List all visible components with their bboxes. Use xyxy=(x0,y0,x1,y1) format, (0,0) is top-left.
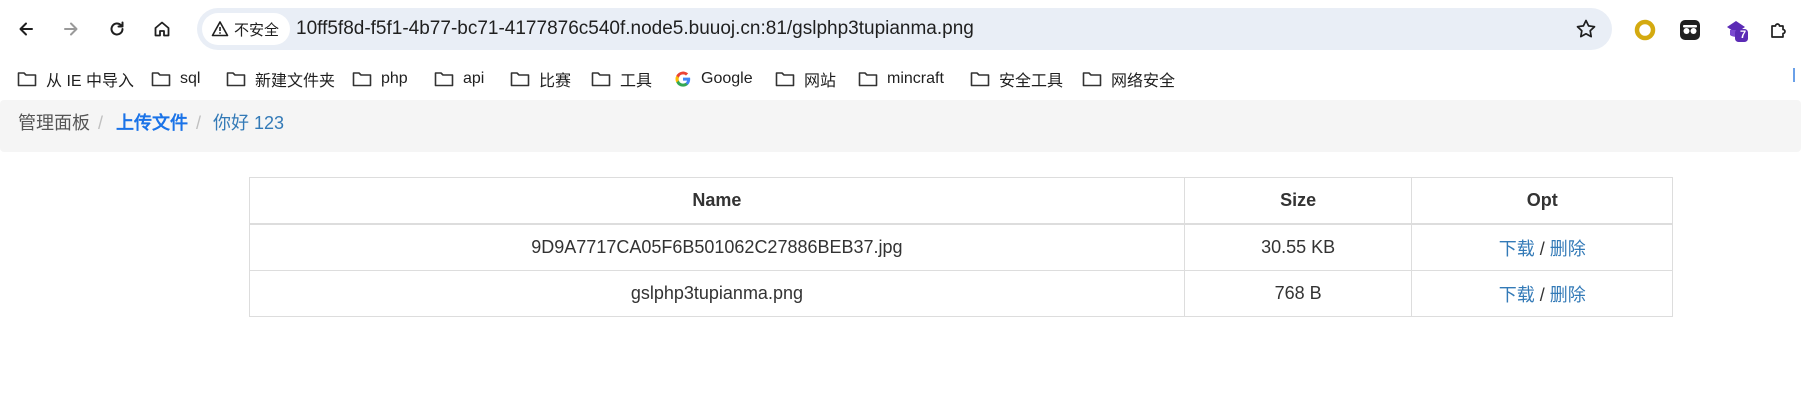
back-button[interactable] xyxy=(10,13,42,45)
security-indicator[interactable]: 不安全 xyxy=(202,13,291,45)
forward-arrow-icon xyxy=(64,22,78,36)
browser-toolbar: 不安全 10ff5f8d-f5f1-4b77-bc71-4177876c540f… xyxy=(0,0,1801,58)
file-name-cell: 9D9A7717CA05F6B501062C27886BEB37.jpg xyxy=(249,223,1185,271)
bookmark-label: 网站 xyxy=(804,73,837,90)
bookmark-label: 比赛 xyxy=(539,73,572,90)
folder-icon xyxy=(1082,72,1102,87)
bookmark-label: 安全工具 xyxy=(999,73,1064,90)
extension-badge-icon[interactable]: 7 xyxy=(1723,17,1749,43)
back-arrow-icon xyxy=(19,22,33,36)
breadcrumb-admin-panel[interactable]: 管理面板 xyxy=(18,100,90,146)
extension-mask-icon[interactable] xyxy=(1677,17,1703,43)
breadcrumb-user-greeting[interactable]: 你好 123 xyxy=(213,100,284,146)
reload-button[interactable] xyxy=(101,13,133,45)
option-separator: / xyxy=(1539,238,1545,259)
breadcrumb: 管理面板 / 上传文件 / 你好 123 xyxy=(0,100,1801,152)
bookmark-folder-security-tools[interactable]: 安全工具 xyxy=(970,64,1063,94)
folder-icon xyxy=(352,72,372,87)
folder-icon xyxy=(858,72,878,87)
bookmark-star-icon[interactable] xyxy=(1574,17,1598,41)
bookmark-folder-network-security[interactable]: 网络安全 xyxy=(1082,64,1175,94)
warning-icon xyxy=(211,21,229,37)
folder-icon xyxy=(434,72,454,87)
bookmark-folder-php[interactable]: php xyxy=(352,64,408,94)
table-row: 9D9A7717CA05F6B501062C27886BEB37.jpg 30.… xyxy=(249,223,1673,271)
bookmark-label: 工具 xyxy=(620,73,653,90)
delete-link[interactable]: 删除 xyxy=(1550,239,1586,259)
column-header-name: Name xyxy=(249,177,1185,225)
address-bar[interactable]: 不安全 10ff5f8d-f5f1-4b77-bc71-4177876c540f… xyxy=(197,8,1612,50)
breadcrumb-separator: / xyxy=(196,113,202,133)
column-header-size: Size xyxy=(1183,177,1413,225)
delete-link[interactable]: 删除 xyxy=(1550,285,1586,305)
bookmarks-overflow-indicator xyxy=(1793,68,1795,82)
file-table: Name Size Opt 9D9A7717CA05F6B501062C2788… xyxy=(249,177,1673,317)
bookmark-folder-api[interactable]: api xyxy=(434,64,484,94)
url-text[interactable]: 10ff5f8d-f5f1-4b77-bc71-4177876c540f.nod… xyxy=(296,8,974,50)
bookmark-folder-tools[interactable]: 工具 xyxy=(591,64,652,94)
bookmark-folder-import-ie[interactable]: 从 IE 中导入 xyxy=(17,64,134,94)
extension-badge-count: 7 xyxy=(1740,29,1747,41)
bookmark-label: mincraft xyxy=(887,70,944,87)
folder-icon xyxy=(775,72,795,87)
bookmark-folder-mincraft[interactable]: mincraft xyxy=(858,64,944,94)
security-label: 不安全 xyxy=(234,21,280,39)
folder-icon xyxy=(17,72,37,87)
bookmarks-bar: 从 IE 中导入 sql 新建文件夹 php api 比赛 工具 Google … xyxy=(0,58,1801,100)
extension-ring-icon[interactable] xyxy=(1632,17,1658,43)
file-size-cell: 768 B xyxy=(1183,270,1413,317)
home-button[interactable] xyxy=(146,13,178,45)
breadcrumb-separator: / xyxy=(98,113,104,133)
home-icon xyxy=(154,21,170,37)
file-options-cell: 下载 / 删除 xyxy=(1411,270,1673,317)
reload-icon xyxy=(110,21,124,36)
file-name-cell: gslphp3tupianma.png xyxy=(249,270,1185,317)
folder-icon xyxy=(970,72,990,87)
option-separator: / xyxy=(1539,284,1545,305)
bookmark-folder-sites[interactable]: 网站 xyxy=(775,64,836,94)
column-header-opt: Opt xyxy=(1411,177,1673,225)
bookmark-folder-contest[interactable]: 比赛 xyxy=(510,64,571,94)
table-row: gslphp3tupianma.png 768 B 下载 / 删除 xyxy=(249,270,1673,317)
bookmark-label: php xyxy=(381,70,408,87)
breadcrumb-upload-files[interactable]: 上传文件 xyxy=(116,100,188,146)
bookmark-label: sql xyxy=(180,70,201,87)
bookmark-label: 新建文件夹 xyxy=(255,73,336,90)
bookmark-folder-new[interactable]: 新建文件夹 xyxy=(226,64,335,94)
folder-icon xyxy=(591,72,611,87)
download-link[interactable]: 下载 xyxy=(1499,239,1535,259)
bookmark-label: 从 IE 中导入 xyxy=(46,73,135,90)
bookmark-label: Google xyxy=(701,70,753,87)
google-icon xyxy=(675,71,691,87)
bookmark-label: 网络安全 xyxy=(1111,73,1176,90)
folder-icon xyxy=(226,72,246,87)
forward-button[interactable] xyxy=(55,13,87,45)
file-size-cell: 30.55 KB xyxy=(1183,223,1413,271)
file-options-cell: 下载 / 删除 xyxy=(1411,223,1673,271)
bookmark-folder-sql[interactable]: sql xyxy=(151,64,200,94)
download-link[interactable]: 下载 xyxy=(1499,285,1535,305)
bookmark-google[interactable]: Google xyxy=(674,64,753,94)
folder-icon xyxy=(510,72,530,87)
bookmark-label: api xyxy=(463,70,485,87)
extensions-puzzle-icon[interactable] xyxy=(1766,17,1792,43)
folder-icon xyxy=(151,72,171,87)
table-header-row: Name Size Opt xyxy=(249,177,1673,225)
